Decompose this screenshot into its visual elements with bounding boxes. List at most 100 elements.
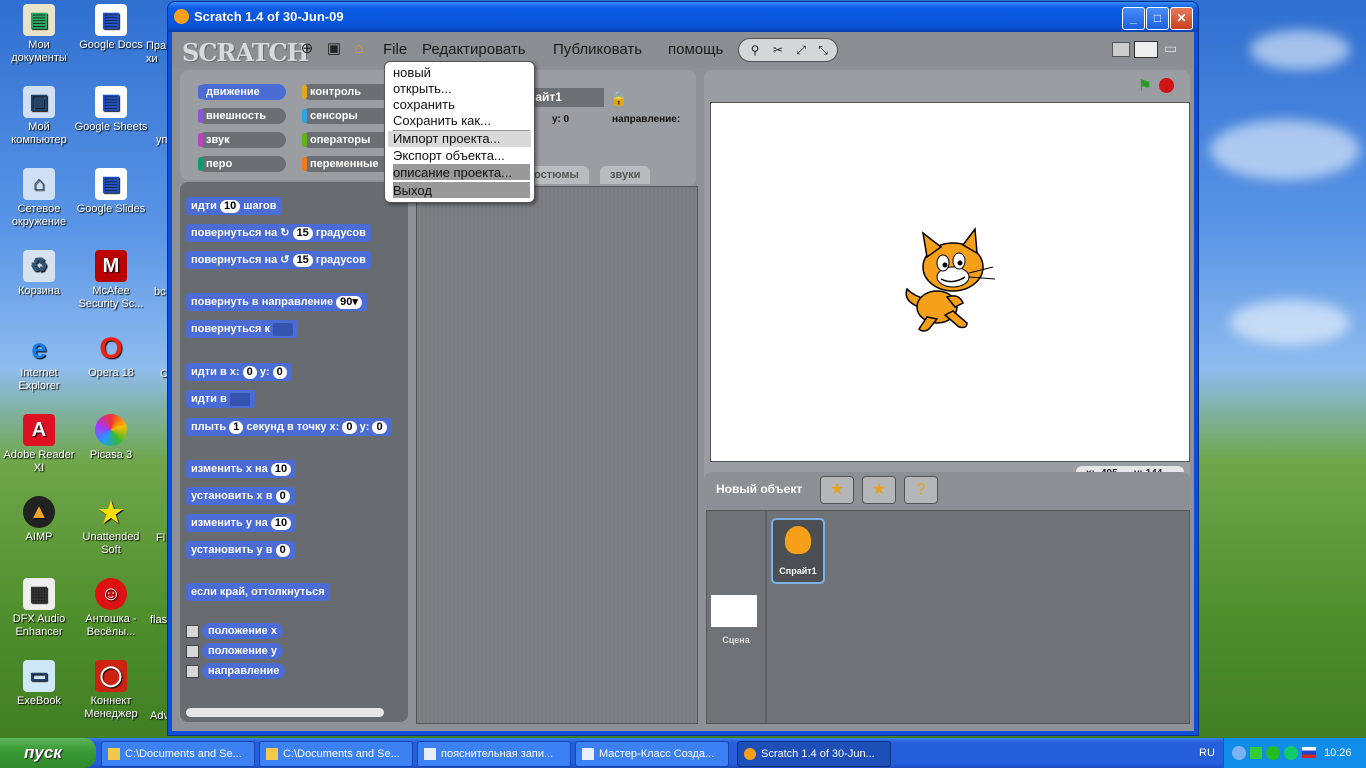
russian-flag-icon[interactable] <box>1302 747 1316 758</box>
menu-item-new[interactable]: новый <box>393 65 431 81</box>
category-looks[interactable]: внешность <box>198 108 286 124</box>
desktop-icon-google-docs[interactable]: ▤ Google Docs <box>72 4 150 52</box>
tab-sounds[interactable]: звуки <box>600 166 651 184</box>
title-bar[interactable]: Scratch 1.4 of 30-Jun-09 _ □ ✕ <box>168 2 1198 32</box>
block-point-in-direction[interactable]: повернуть в направление 90▾ <box>186 293 367 311</box>
save-icon[interactable]: ▣ <box>325 40 343 58</box>
block-go-to[interactable]: идти в <box>186 390 255 408</box>
task-explorer-2[interactable]: C:\Documents and Se... <box>259 741 413 767</box>
category-operators[interactable]: операторы <box>302 132 390 148</box>
connect-manager-tray-icon[interactable] <box>1266 746 1280 760</box>
menu-item-project-notes[interactable]: описание проекта... <box>393 165 512 181</box>
block-go-to-xy[interactable]: идти в x: 0 y: 0 <box>186 363 292 381</box>
maximize-button[interactable]: □ <box>1146 7 1169 30</box>
category-pen[interactable]: перо <box>198 156 286 172</box>
lock-icon[interactable]: 🔒 <box>610 90 627 107</box>
random-sprite-button[interactable]: ? <box>904 476 938 504</box>
green-flag-icon[interactable]: ⚑ <box>1138 76 1152 96</box>
sprite-thumbnail[interactable]: Спрайт1 <box>771 518 825 584</box>
desktop-icon-aimp[interactable]: ▲ AIMP <box>0 496 78 544</box>
network-signal-icon[interactable] <box>1250 747 1262 759</box>
desktop-icon-my-computer[interactable]: ▣ Мой компьютер <box>0 86 78 147</box>
scripts-area[interactable] <box>416 186 698 724</box>
menu-item-export-sprite[interactable]: Экспорт объекта... <box>393 148 505 164</box>
paint-new-sprite-button[interactable]: ★ <box>820 476 854 504</box>
checkbox-direction[interactable] <box>186 665 199 678</box>
desktop-icon-antoshka[interactable]: ☺ Антошка - Весёлы... <box>72 578 150 639</box>
menu-item-open[interactable]: открыть... <box>393 81 452 97</box>
stage[interactable] <box>710 102 1190 462</box>
share-icon[interactable]: ⌂ <box>350 40 368 58</box>
menu-share[interactable]: Публиковать <box>553 41 642 58</box>
sprite-name-field[interactable]: райт1 <box>524 88 604 107</box>
desktop-icon-google-slides[interactable]: ▤ Google Slides <box>72 168 150 216</box>
desktop-icon-adobe-reader[interactable]: A Adobe Reader XI <box>0 414 78 475</box>
reporter-y-position[interactable]: положение у <box>202 643 283 659</box>
grow-icon[interactable]: ⤢ <box>791 41 811 59</box>
menu-item-quit[interactable]: Выход <box>393 183 432 199</box>
desktop-icon-dfx[interactable]: ▦ DFX Audio Enhancer <box>0 578 78 639</box>
menu-item-save-as[interactable]: Сохранить как... <box>393 113 491 129</box>
block-set-y[interactable]: установить у в 0 <box>186 541 295 559</box>
palette-scrollbar[interactable] <box>186 708 384 717</box>
block-turn-right[interactable]: повернуться на ↻ 15 градусов <box>186 224 371 242</box>
task-word-2[interactable]: Мастер-Класс Созда... <box>575 741 729 767</box>
desktop-icon-internet-explorer[interactable]: e Internet Explorer <box>0 332 78 393</box>
tray-expand-icon[interactable] <box>1232 746 1246 760</box>
minimize-button[interactable]: _ <box>1122 7 1145 30</box>
delete-icon[interactable]: ✂ <box>768 41 788 59</box>
desktop-icon-recycle-bin[interactable]: ♻ Корзина <box>0 250 78 298</box>
menu-file[interactable]: File <box>383 41 407 58</box>
desktop-icon-opera[interactable]: O Opera 18 <box>72 332 150 380</box>
menu-item-save[interactable]: сохранить <box>393 97 455 113</box>
category-sensing[interactable]: сенсоры <box>302 108 390 124</box>
stop-sign-icon[interactable] <box>1159 78 1174 93</box>
menu-edit[interactable]: Редактировать <box>422 41 526 58</box>
clock[interactable]: 10:26 <box>1324 738 1352 768</box>
folder-icon: ▤ <box>23 4 55 36</box>
desktop-icon-my-documents[interactable]: ▤ Мои документы <box>0 4 78 65</box>
duplicate-icon[interactable]: ⚲ <box>745 41 765 59</box>
checkbox-y-position[interactable] <box>186 645 199 658</box>
scratch-cat-icon <box>744 748 756 761</box>
desktop-icon-mcafee[interactable]: M McAfee Security Sc... <box>72 250 150 311</box>
desktop-icon-picasa[interactable]: Picasa 3 <box>72 414 150 462</box>
block-move-steps[interactable]: идти 10 шагов <box>186 197 282 215</box>
desktop-icon-network[interactable]: ⌂ Сетевое окружение <box>0 168 78 229</box>
desktop-icon-unattended-soft[interactable]: ★ Unattended Soft <box>72 496 150 557</box>
category-variables[interactable]: переменные <box>302 156 390 172</box>
reporter-direction[interactable]: направление <box>202 663 286 679</box>
shrink-icon[interactable]: ⤡ <box>813 41 833 59</box>
small-stage-icon[interactable] <box>1112 42 1130 57</box>
globe-icon[interactable]: ⊕ <box>298 40 316 58</box>
category-motion[interactable]: движение <box>198 84 286 100</box>
stage-thumbnail[interactable] <box>711 595 757 627</box>
block-set-x[interactable]: установить х в 0 <box>186 487 295 505</box>
desktop-icon-google-sheets[interactable]: ▤ Google Sheets <box>72 86 150 134</box>
presentation-mode-icon[interactable]: ▭ <box>1164 41 1178 55</box>
menu-help[interactable]: помощь <box>668 41 723 58</box>
app-tray-icon[interactable] <box>1284 746 1298 760</box>
language-indicator[interactable]: RU <box>1199 738 1215 768</box>
block-change-x[interactable]: изменить х на 10 <box>186 460 297 478</box>
start-button[interactable]: пуск <box>0 738 96 768</box>
block-turn-left[interactable]: повернуться на ↺ 15 градусов <box>186 251 371 269</box>
close-button[interactable]: ✕ <box>1170 7 1193 30</box>
block-point-towards[interactable]: повернуться к <box>186 320 299 338</box>
block-bounce[interactable]: если край, оттолкнуться <box>186 583 330 601</box>
choose-sprite-file-button[interactable]: ★ <box>862 476 896 504</box>
normal-stage-icon[interactable] <box>1134 41 1158 58</box>
desktop-icon-exebook[interactable]: ▭ ExeBook <box>0 660 78 708</box>
menu-item-import[interactable]: Импорт проекта... <box>388 131 531 147</box>
desktop-icon-connect-manager[interactable]: ◯ Коннект Менеджер <box>72 660 150 721</box>
task-explorer-1[interactable]: C:\Documents and Se... <box>101 741 255 767</box>
task-scratch[interactable]: Scratch 1.4 of 30-Jun... <box>737 741 891 767</box>
cat-sprite[interactable] <box>897 227 1001 339</box>
block-change-y[interactable]: изменить у на 10 <box>186 514 297 532</box>
checkbox-x-position[interactable] <box>186 625 199 638</box>
task-word-1[interactable]: пояснительная запи... <box>417 741 571 767</box>
category-control[interactable]: контроль <box>302 84 390 100</box>
block-glide[interactable]: плыть 1 секунд в точку x: 0 y: 0 <box>186 418 392 436</box>
reporter-x-position[interactable]: положение х <box>202 623 283 639</box>
category-sound[interactable]: звук <box>198 132 286 148</box>
